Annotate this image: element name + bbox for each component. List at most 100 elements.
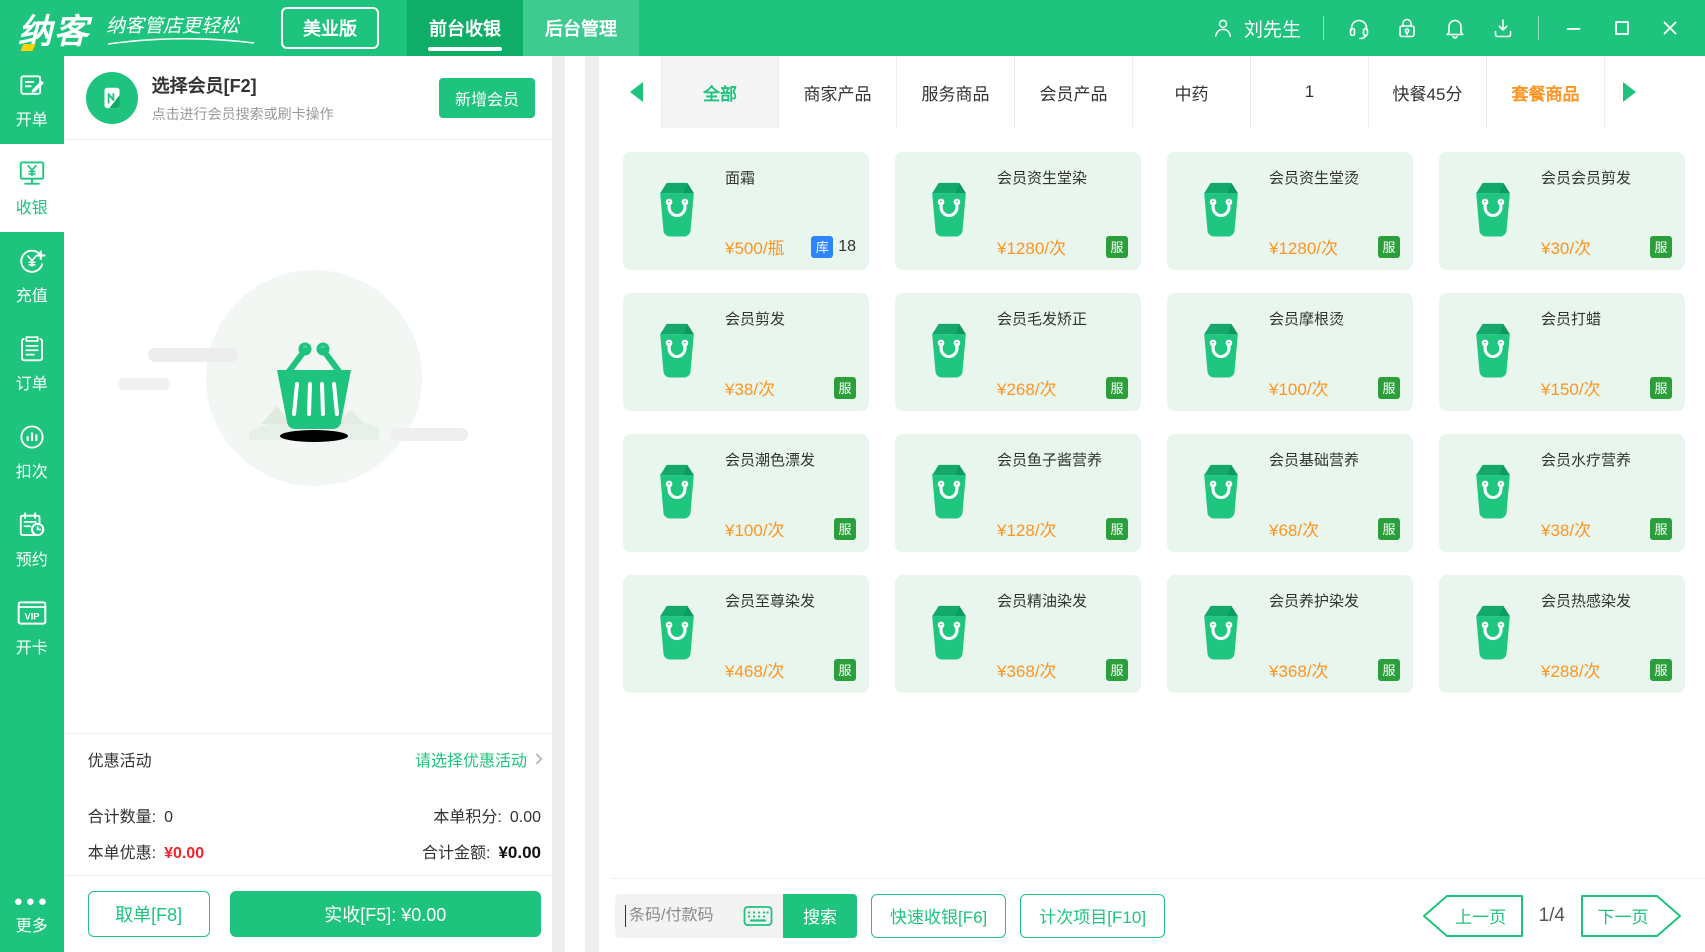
titlebar-right: 刘先生: [1210, 0, 1705, 56]
count-item-button[interactable]: 计次项目[F10]: [1020, 894, 1165, 938]
product-bottom-bar: 搜索 快速收银[F6] 计次项目[F10] 上一页 1/4 下一页: [611, 878, 1705, 952]
category-tab-service-goods[interactable]: 服务商品: [897, 56, 1015, 128]
product-card[interactable]: 会员打蜡 ¥150/次 服: [1439, 293, 1685, 411]
lock-icon[interactable]: [1394, 15, 1420, 41]
category-tab-1[interactable]: 1: [1251, 56, 1369, 128]
category-scroll-left-button[interactable]: [611, 56, 661, 128]
sidebar-item-vip-card[interactable]: VIP 开卡: [0, 584, 64, 672]
product-name: 会员水疗营养: [1541, 450, 1671, 473]
hold-order-button[interactable]: 取单[F8]: [88, 891, 210, 937]
promo-row: 优惠活动 请选择优惠活动: [64, 733, 565, 783]
barcode-input-box[interactable]: [615, 894, 783, 938]
page-indicator: 1/4: [1539, 905, 1565, 927]
amount-label: 合计金额:: [422, 839, 490, 863]
product-card[interactable]: 会员潮色漂发 ¥100/次 服: [623, 434, 869, 552]
product-card[interactable]: 会员至尊染发 ¥468/次 服: [623, 575, 869, 693]
product-card[interactable]: 会员毛发矫正 ¥268/次 服: [895, 293, 1141, 411]
product-card[interactable]: 会员基础营养 ¥68/次 服: [1167, 434, 1413, 552]
category-tab-fastfood[interactable]: 快餐45分: [1369, 56, 1487, 128]
member-select-header: 选择会员[F2] 点击进行会员搜索或刷卡操作 新增会员: [64, 56, 565, 140]
shopping-bag-icon: [921, 178, 977, 240]
shopping-bag-icon: [1465, 319, 1521, 381]
tab-front-cashier[interactable]: 前台收银: [407, 0, 523, 56]
close-button[interactable]: [1657, 15, 1683, 41]
product-name: 会员会员剪发: [1541, 168, 1671, 191]
category-tab-all[interactable]: 全部: [661, 56, 779, 128]
panel-divider-strip: [585, 56, 599, 952]
sidebar-item-cashier[interactable]: 收银: [0, 144, 64, 232]
product-card[interactable]: 会员热感染发 ¥288/次 服: [1439, 575, 1685, 693]
scrollbar-track[interactable]: [552, 56, 565, 952]
category-tab-merchant-products[interactable]: 商家产品: [779, 56, 897, 128]
category-scroll-right-button[interactable]: [1605, 56, 1655, 128]
promo-select-link[interactable]: 请选择优惠活动: [415, 747, 541, 771]
user-name: 刘先生: [1244, 15, 1301, 42]
product-name: 会员精油染发: [997, 591, 1127, 614]
sidebar-item-deduct-count[interactable]: 扣次: [0, 408, 64, 496]
service-badge: 服: [834, 659, 856, 681]
product-name: 会员毛发矫正: [997, 309, 1127, 332]
product-card[interactable]: 会员养护染发 ¥368/次 服: [1167, 575, 1413, 693]
orders-icon: [17, 334, 47, 364]
qty-label: 合计数量:: [88, 803, 156, 827]
product-card[interactable]: 会员剪发 ¥38/次 服: [623, 293, 869, 411]
service-badge: 服: [1106, 377, 1128, 399]
add-member-button[interactable]: 新增会员: [439, 78, 535, 118]
member-card-icon[interactable]: [86, 72, 138, 124]
category-tab-chinese-medicine[interactable]: 中药: [1133, 56, 1251, 128]
product-name: 会员剪发: [725, 309, 855, 332]
product-price: ¥500/瓶: [725, 234, 785, 259]
search-button[interactable]: 搜索: [783, 894, 857, 938]
product-card[interactable]: 会员资生堂染 ¥1280/次 服: [895, 152, 1141, 270]
sidebar-item-label: 订单: [16, 370, 48, 394]
promo-label: 优惠活动: [88, 747, 152, 771]
shopping-bag-icon: [1465, 601, 1521, 663]
product-card[interactable]: 面霜 ¥500/瓶 库 18: [623, 152, 869, 270]
sidebar-item-label: 扣次: [16, 458, 48, 482]
sidebar-item-appointment[interactable]: 预约: [0, 496, 64, 584]
product-card[interactable]: 会员摩根烫 ¥100/次 服: [1167, 293, 1413, 411]
service-badge: 服: [1378, 518, 1400, 540]
download-icon[interactable]: [1490, 15, 1516, 41]
keyboard-icon[interactable]: [743, 904, 773, 928]
next-page-button[interactable]: 下一页: [1579, 894, 1683, 938]
brand-area: 纳客 纳客管店更轻松: [0, 0, 239, 56]
amount-value: ¥0.00: [498, 843, 541, 863]
member-select-subtitle: 点击进行会员搜索或刷卡操作: [152, 104, 334, 124]
barcode-input[interactable]: [629, 907, 729, 925]
product-card[interactable]: 会员会员剪发 ¥30/次 服: [1439, 152, 1685, 270]
notification-bell-icon[interactable]: [1442, 15, 1468, 41]
product-price: ¥468/次: [725, 657, 785, 682]
prev-page-button[interactable]: 上一页: [1421, 894, 1525, 938]
sidebar-item-open-order[interactable]: 开单: [0, 56, 64, 144]
shopping-bag-icon: [921, 319, 977, 381]
quick-cashier-button[interactable]: 快速收银[F6]: [871, 894, 1006, 938]
cloud-decoration: [118, 378, 170, 390]
edition-badge: 美业版: [281, 7, 379, 49]
sidebar-item-orders[interactable]: 订单: [0, 320, 64, 408]
divider: [1538, 16, 1539, 40]
sidebar-item-recharge[interactable]: 充值: [0, 232, 64, 320]
product-card[interactable]: 会员资生堂烫 ¥1280/次 服: [1167, 152, 1413, 270]
points-label: 本单积分:: [433, 803, 501, 827]
support-headset-icon[interactable]: [1346, 15, 1372, 41]
category-tab-member-products[interactable]: 会员产品: [1015, 56, 1133, 128]
sidebar-item-more[interactable]: ●●● 更多: [0, 882, 64, 952]
shopping-bag-icon: [649, 319, 705, 381]
product-card[interactable]: 会员水疗营养 ¥38/次 服: [1439, 434, 1685, 552]
member-select-action[interactable]: 选择会员[F2] 点击进行会员搜索或刷卡操作: [152, 72, 334, 124]
product-price: ¥368/次: [1269, 657, 1329, 682]
product-card[interactable]: 会员鱼子酱营养 ¥128/次 服: [895, 434, 1141, 552]
cashier-icon: [17, 158, 47, 188]
tab-back-management[interactable]: 后台管理: [523, 0, 639, 56]
product-card[interactable]: 会员精油染发 ¥368/次 服: [895, 575, 1141, 693]
receive-payment-button[interactable]: 实收[F5]: ¥0.00: [230, 891, 541, 937]
product-name: 会员鱼子酱营养: [997, 450, 1127, 473]
minimize-button[interactable]: [1561, 15, 1587, 41]
service-badge: 服: [1378, 377, 1400, 399]
category-tab-combo[interactable]: 套餐商品: [1487, 56, 1605, 128]
product-name: 面霜: [725, 168, 855, 191]
user-menu[interactable]: 刘先生: [1210, 15, 1301, 42]
maximize-button[interactable]: [1609, 15, 1635, 41]
sidebar-item-label: 更多: [16, 912, 48, 936]
